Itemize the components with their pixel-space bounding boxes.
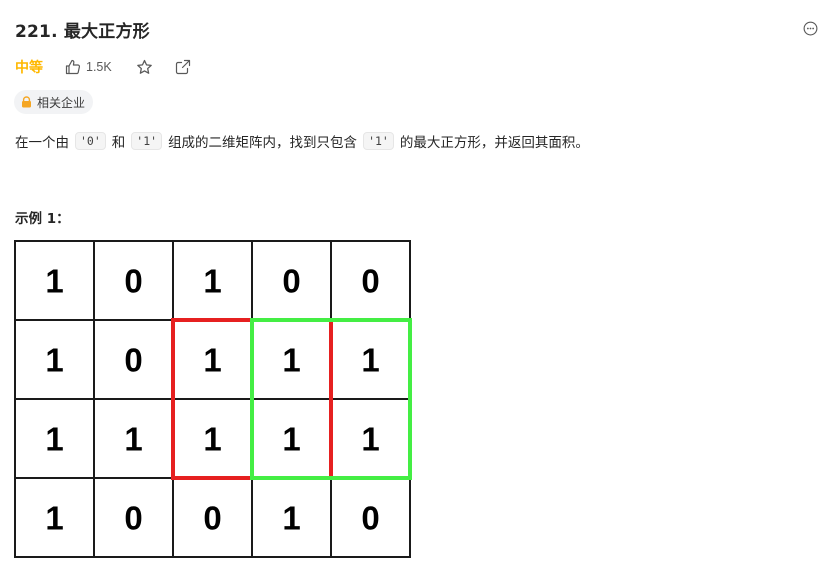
lock-icon — [22, 96, 31, 108]
matrix-cell-value: 1 — [361, 342, 379, 379]
inline-code: '1' — [363, 132, 394, 150]
description-text: 和 — [111, 135, 126, 151]
matrix-cell-value: 1 — [203, 342, 221, 379]
matrix-cell-value: 0 — [203, 500, 221, 537]
example-matrix-figure: 1 0 1 0 0 1 0 1 1 1 1 1 1 1 1 1 0 0 1 0 — [14, 240, 413, 560]
related-companies-label: 相关企业 — [37, 95, 86, 110]
description-text: 的最大正方形，并返回其面积。 — [399, 135, 589, 151]
matrix-cell: 0 — [93, 240, 174, 321]
example-title: 示例 1： — [15, 211, 70, 227]
matrix-cell-value: 1 — [361, 421, 379, 458]
like-button[interactable]: 1.5K — [65, 59, 112, 75]
matrix-cell: 1 — [14, 477, 95, 558]
matrix-grid: 1 0 1 0 0 1 0 1 1 1 1 1 1 1 1 1 0 0 1 0 — [14, 240, 412, 558]
matrix-cell-value: 1 — [45, 263, 63, 300]
matrix-cell: 1 — [172, 240, 253, 321]
matrix-cell-value: 1 — [124, 421, 142, 458]
matrix-cell-value: 1 — [203, 421, 221, 458]
matrix-cell-value: 0 — [361, 263, 379, 300]
difficulty-badge: 中等 — [15, 60, 43, 76]
inline-code: '1' — [131, 132, 163, 150]
matrix-cell: 0 — [172, 477, 253, 558]
matrix-cell-value: 1 — [45, 342, 63, 379]
matrix-cell-value: 1 — [282, 421, 300, 458]
matrix-cell: 1 — [330, 319, 411, 400]
matrix-cell: 1 — [14, 398, 95, 479]
matrix-cell-value: 0 — [282, 263, 300, 300]
matrix-cell-value: 1 — [203, 263, 221, 300]
more-options-button[interactable] — [802, 20, 818, 36]
matrix-cell: 1 — [172, 319, 253, 400]
matrix-cell: 0 — [93, 477, 174, 558]
description-text: 组成的二维矩阵内，找到只包含 — [168, 135, 358, 151]
matrix-cell: 1 — [330, 398, 411, 479]
matrix-cell: 0 — [330, 477, 411, 558]
description-text: 在一个由 — [15, 135, 69, 151]
matrix-cell: 1 — [172, 398, 253, 479]
inline-code: '0' — [75, 132, 106, 150]
favorite-button[interactable] — [136, 59, 153, 76]
matrix-cell-value: 0 — [124, 342, 142, 379]
star-icon — [136, 59, 152, 74]
matrix-cell-value: 1 — [45, 500, 63, 537]
more-horizontal-icon — [803, 21, 817, 35]
matrix-cell-value: 0 — [124, 263, 142, 300]
like-count: 1.5K — [86, 60, 112, 74]
related-companies-tag[interactable]: 相关企业 — [14, 90, 94, 114]
matrix-cell: 1 — [251, 477, 332, 558]
matrix-cell: 1 — [93, 398, 174, 479]
matrix-cell-value: 1 — [282, 500, 300, 537]
matrix-cell: 1 — [251, 319, 332, 400]
thumbs-up-icon — [65, 59, 81, 75]
matrix-cell: 1 — [251, 398, 332, 479]
matrix-cell: 1 — [14, 319, 95, 400]
matrix-cell-value: 0 — [124, 500, 142, 537]
share-button[interactable] — [175, 59, 191, 75]
matrix-cell: 0 — [93, 319, 174, 400]
matrix-cell-value: 1 — [45, 421, 63, 458]
matrix-cell: 0 — [330, 240, 411, 321]
problem-title: 221. 最大正方形 — [15, 22, 150, 42]
matrix-cell-value: 0 — [361, 500, 379, 537]
share-icon — [175, 59, 190, 75]
matrix-cell: 0 — [251, 240, 332, 321]
matrix-cell: 1 — [14, 240, 95, 321]
problem-description: 在一个由 '0' 和 '1' 组成的二维矩阵内，找到只包含 '1' 的最大正方形… — [15, 131, 589, 151]
problem-meta-row: 中等 1.5K — [15, 55, 213, 79]
matrix-cell-value: 1 — [282, 342, 300, 379]
